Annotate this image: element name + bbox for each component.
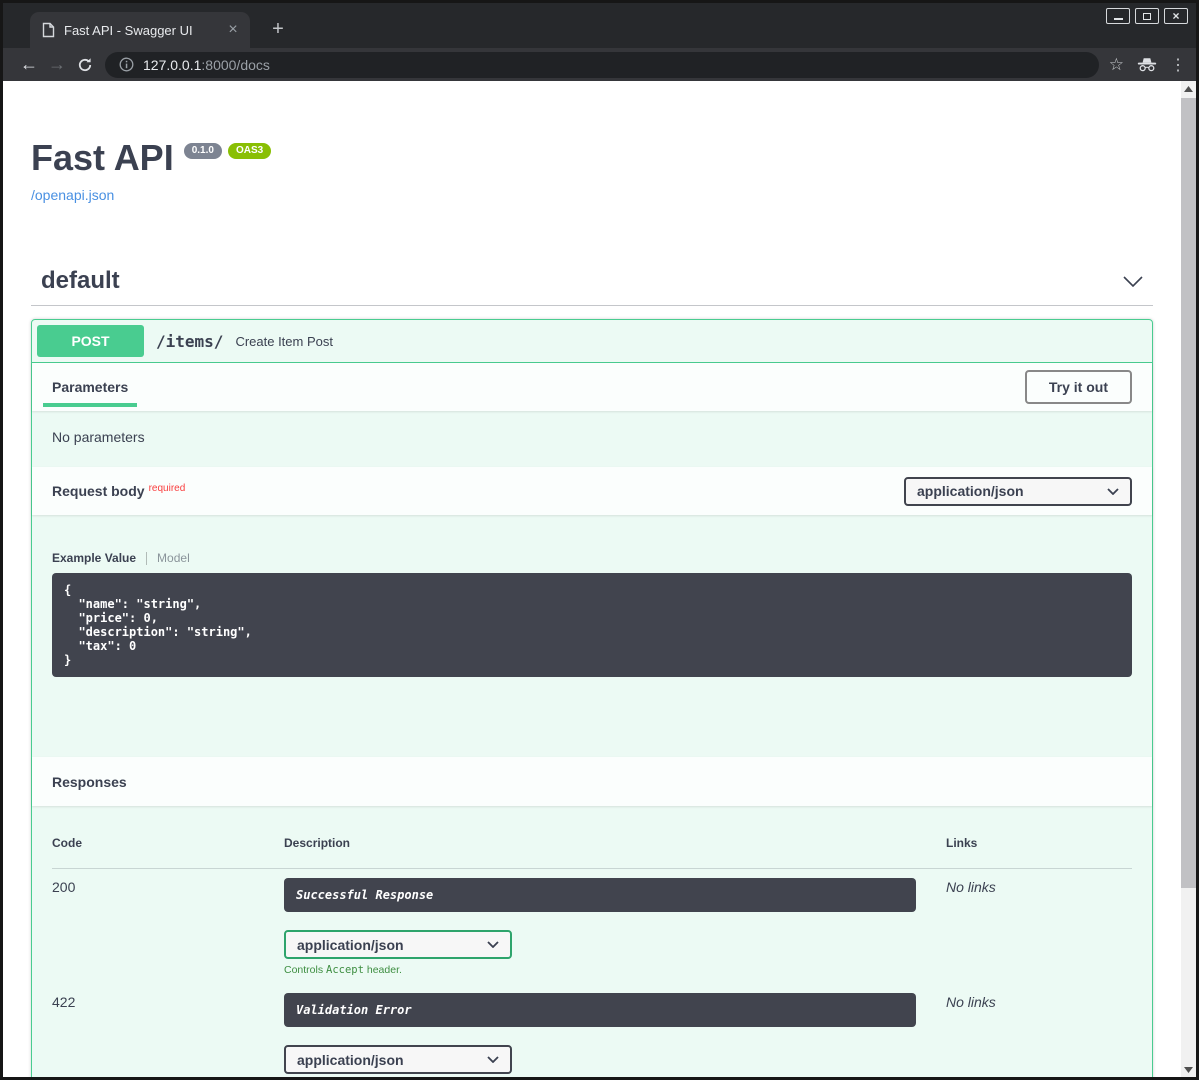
response-content-type-select-422[interactable]: application/json	[284, 1045, 512, 1074]
api-info: Fast API 0.1.0 OAS3 /openapi.json	[31, 137, 1153, 205]
operation-summary[interactable]: POST /items/ Create Item Post	[32, 320, 1152, 363]
select-chevron-icon	[487, 941, 499, 948]
chevron-down-icon[interactable]	[1123, 276, 1143, 287]
oas3-badge: OAS3	[228, 143, 271, 159]
tab-example-value[interactable]: Example Value	[52, 551, 136, 565]
tab-parameters[interactable]: Parameters	[52, 367, 128, 407]
site-info-icon[interactable]	[119, 57, 134, 72]
operation-description: Create Item Post	[235, 334, 333, 349]
page-title: Fast API	[31, 137, 174, 179]
url-host: 127.0.0.1	[143, 57, 201, 73]
response-content-type-select-200[interactable]: application/json	[284, 930, 512, 959]
tab-strip: Fast API - Swagger UI × + ×	[3, 3, 1196, 48]
browser-toolbar: ← → 127.0.0.1:8000/docs ☆	[3, 48, 1196, 81]
minimize-icon	[1114, 18, 1123, 20]
responses-header-row: Responses	[32, 757, 1152, 806]
opblock-post-items: POST /items/ Create Item Post Parameters…	[31, 319, 1153, 1077]
maximize-icon	[1143, 13, 1151, 20]
operation-path: /items/	[156, 332, 223, 351]
scrollbar-thumb[interactable]	[1181, 98, 1196, 888]
response-description-bar: Validation Error	[284, 993, 916, 1027]
controls-accept-note: Controls Accept header.	[284, 964, 946, 976]
openapi-spec-link[interactable]: /openapi.json	[31, 187, 114, 203]
url-path: :8000/docs	[201, 57, 270, 73]
col-header-links: Links	[946, 836, 1132, 869]
col-header-code: Code	[52, 836, 284, 869]
minimize-button[interactable]	[1106, 8, 1130, 24]
request-body-section: Example Value Model { "name": "string", …	[32, 515, 1152, 757]
reload-icon	[77, 57, 93, 73]
example-model-tabs: Example Value Model	[52, 551, 1132, 565]
bookmark-star-icon[interactable]: ☆	[1109, 55, 1124, 75]
required-label: required	[149, 483, 186, 494]
browser-tab[interactable]: Fast API - Swagger UI ×	[30, 12, 250, 48]
parameters-header-row: Parameters Try it out	[32, 363, 1152, 411]
response-code: 200	[52, 869, 284, 984]
request-content-type-select[interactable]: application/json	[904, 477, 1132, 506]
close-icon: ×	[1172, 11, 1179, 21]
tab-title: Fast API - Swagger UI	[64, 23, 224, 38]
try-it-out-button[interactable]: Try it out	[1025, 370, 1132, 404]
response-description-cell: Successful Response application/json Con…	[284, 869, 946, 984]
response-description-bar: Successful Response	[284, 878, 916, 912]
request-example-code[interactable]: { "name": "string", "price": 0, "descrip…	[52, 573, 1132, 677]
version-badge: 0.1.0	[184, 143, 222, 159]
tag-section-default: default POST /items/ Create Item Post P	[31, 261, 1153, 1077]
response-description-cell: Validation Error application/json	[284, 984, 946, 1077]
select-chevron-icon	[487, 1056, 499, 1063]
page-viewport: Fast API 0.1.0 OAS3 /openapi.json defaul…	[3, 81, 1196, 1077]
method-badge: POST	[37, 325, 144, 357]
request-body-header-row: Request bodyrequired application/json	[32, 467, 1152, 515]
forward-button: →	[43, 52, 71, 78]
section-header-default[interactable]: default	[31, 261, 1153, 306]
close-button[interactable]: ×	[1164, 8, 1188, 24]
responses-title: Responses	[52, 774, 127, 790]
window-controls: ×	[1106, 8, 1188, 24]
maximize-button[interactable]	[1135, 8, 1159, 24]
page-scrollbar[interactable]	[1181, 81, 1196, 1077]
no-parameters-text: No parameters	[32, 411, 1152, 467]
request-body-label: Request bodyrequired	[52, 483, 185, 499]
scroll-down-arrow[interactable]	[1181, 1062, 1196, 1077]
reload-button[interactable]	[71, 52, 99, 78]
responses-table: Code Description Links 200 Successful Re…	[32, 806, 1152, 1077]
browser-menu-icon[interactable]: ⋮	[1170, 55, 1182, 75]
tab-divider	[146, 552, 147, 565]
swagger-ui-page: Fast API 0.1.0 OAS3 /openapi.json defaul…	[3, 81, 1181, 1077]
select-chevron-icon	[1107, 488, 1119, 495]
new-tab-button[interactable]: +	[265, 17, 291, 41]
url-bar[interactable]: 127.0.0.1:8000/docs	[105, 52, 1099, 78]
browser-window: Fast API - Swagger UI × + × ← → 127.0.0.…	[0, 0, 1199, 1080]
col-header-description: Description	[284, 836, 946, 869]
url-text: 127.0.0.1:8000/docs	[143, 57, 270, 73]
tab-model[interactable]: Model	[157, 551, 190, 565]
section-title: default	[41, 267, 120, 295]
response-code: 422	[52, 984, 284, 1077]
back-button[interactable]: ←	[15, 52, 43, 78]
tab-close-icon[interactable]: ×	[224, 22, 242, 38]
scroll-up-arrow[interactable]	[1181, 81, 1196, 96]
document-favicon-icon	[42, 22, 55, 38]
toolbar-right: ☆ ⋮	[1109, 55, 1182, 75]
incognito-icon	[1136, 57, 1158, 72]
response-links: No links	[946, 984, 1132, 1077]
response-links: No links	[946, 869, 1132, 984]
